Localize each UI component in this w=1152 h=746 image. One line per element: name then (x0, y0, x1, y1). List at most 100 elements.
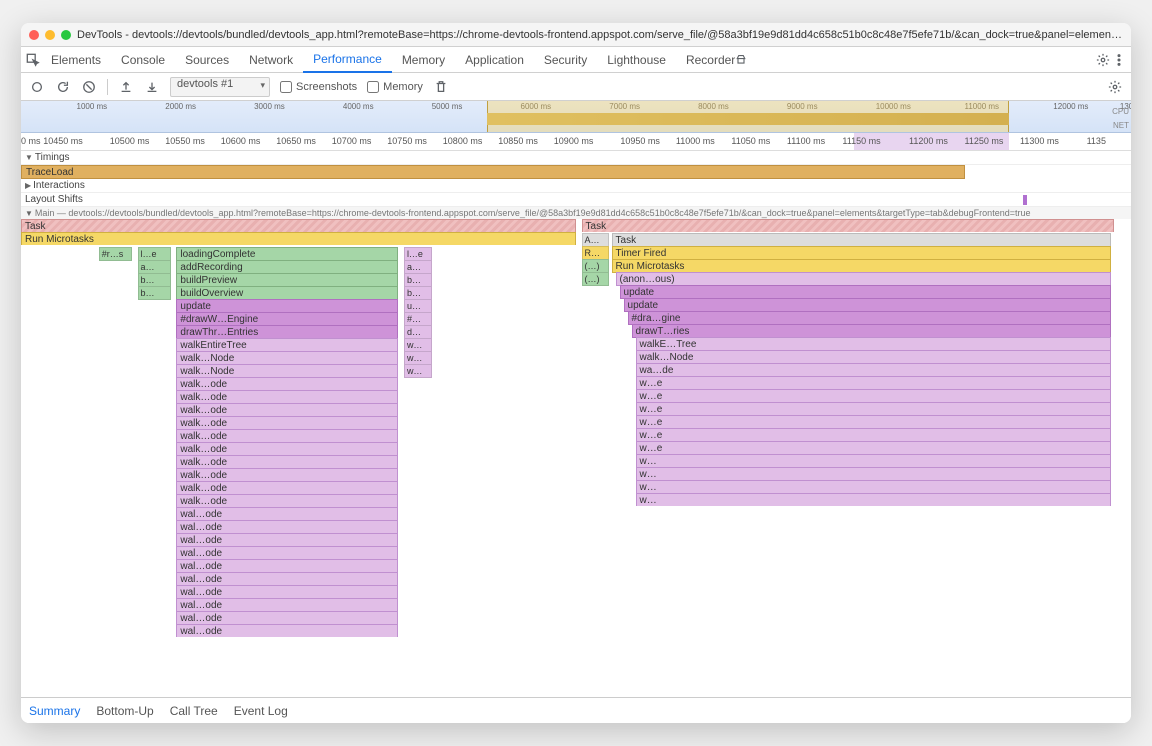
flame-entry[interactable]: walk…ode (176, 494, 398, 508)
tab-sources[interactable]: Sources (175, 47, 239, 73)
flame-entry[interactable]: #… (404, 312, 432, 326)
flame-entry[interactable]: w…e (636, 441, 1112, 455)
flame-entry[interactable]: w…e (636, 415, 1112, 429)
tab-lighthouse[interactable]: Lighthouse (597, 47, 676, 73)
flame-run-microtasks[interactable]: Run Microtasks (21, 232, 576, 245)
flame-entry[interactable]: u… (404, 299, 432, 313)
overview-timeline[interactable]: 1000 ms 2000 ms 3000 ms 4000 ms 5000 ms … (21, 101, 1131, 133)
flame-entry[interactable]: l…e (404, 247, 432, 261)
flame-entry[interactable]: walk…ode (176, 403, 398, 417)
flame-entry[interactable]: #drawW…Engine (176, 312, 398, 326)
traceload-bar[interactable]: TraceLoad (21, 165, 965, 179)
flame-entry[interactable]: walk…Node (636, 350, 1112, 364)
tracks-panel[interactable]: ▼Timings TraceLoad ▶Interactions Layout … (21, 151, 1131, 697)
flame-chart[interactable]: Task Run Microtasks #r…s l…e a… b… b… lo… (21, 219, 1131, 679)
flame-entry[interactable]: addRecording (176, 260, 398, 274)
flame-entry[interactable]: walk…ode (176, 429, 398, 443)
flame-entry[interactable]: w… (636, 454, 1112, 468)
flame-entry[interactable]: Run Microtasks (612, 259, 1112, 273)
flame-entry[interactable]: wal…ode (176, 624, 398, 637)
flame-entry[interactable]: R… (582, 246, 610, 260)
screenshots-checkbox[interactable]: Screenshots (280, 81, 357, 93)
track-layoutshifts[interactable]: Layout Shifts (21, 193, 1131, 207)
flame-entry[interactable]: wal…ode (176, 533, 398, 547)
inspect-icon[interactable] (25, 52, 41, 68)
maximize-icon[interactable] (61, 30, 71, 40)
close-icon[interactable] (29, 30, 39, 40)
flame-entry[interactable]: w… (636, 480, 1112, 494)
flame-entry[interactable]: w…e (636, 402, 1112, 416)
flame-entry[interactable]: update (620, 285, 1112, 299)
flame-task[interactable]: Task (21, 219, 576, 233)
flame-entry[interactable]: buildPreview (176, 273, 398, 287)
flame-entry[interactable]: w…e (636, 428, 1112, 442)
track-timings[interactable]: ▼Timings (21, 151, 1131, 165)
flame-entry[interactable]: walk…ode (176, 481, 398, 495)
flame-entry[interactable]: wal…ode (176, 520, 398, 534)
tab-security[interactable]: Security (534, 47, 597, 73)
btab-bottomup[interactable]: Bottom-Up (96, 704, 153, 718)
window-controls[interactable] (29, 30, 71, 40)
flame-entry[interactable]: walk…ode (176, 416, 398, 430)
flame-entry[interactable]: (…) (582, 272, 610, 286)
flame-entry[interactable]: (anon…ous) (616, 272, 1112, 286)
flame-entry[interactable]: walk…Node (176, 364, 398, 378)
flame-entry[interactable]: w… (636, 493, 1112, 506)
clear-icon[interactable] (81, 79, 97, 95)
tab-application[interactable]: Application (455, 47, 534, 73)
flame-entry[interactable]: Task (612, 233, 1112, 247)
flame-entry[interactable]: w…e (636, 376, 1112, 390)
flame-entry[interactable]: walk…Node (176, 351, 398, 365)
record-icon[interactable] (29, 79, 45, 95)
flame-entry[interactable]: walk…ode (176, 442, 398, 456)
flame-entry[interactable]: walk…ode (176, 455, 398, 469)
tab-console[interactable]: Console (111, 47, 175, 73)
flame-entry[interactable]: loadingComplete (176, 247, 398, 261)
reload-icon[interactable] (55, 79, 71, 95)
tab-elements[interactable]: Elements (41, 47, 111, 73)
btab-eventlog[interactable]: Event Log (234, 704, 288, 718)
flame-entry[interactable]: wal…ode (176, 507, 398, 521)
settings-icon[interactable] (1095, 52, 1111, 68)
trash-icon[interactable] (433, 79, 449, 95)
flame-entry[interactable]: wal…ode (176, 572, 398, 586)
tab-performance[interactable]: Performance (303, 47, 392, 73)
flame-entry[interactable]: #dra…gine (628, 311, 1112, 325)
flame-entry[interactable]: d… (404, 325, 432, 339)
btab-calltree[interactable]: Call Tree (170, 704, 218, 718)
flame-entry[interactable]: walk…ode (176, 390, 398, 404)
flame-entry[interactable]: wal…ode (176, 585, 398, 599)
flame-task-2[interactable]: Task (582, 219, 1115, 232)
flame-entry[interactable]: buildOverview (176, 286, 398, 300)
minimize-icon[interactable] (45, 30, 55, 40)
flame-entry[interactable]: drawT…ries (632, 324, 1112, 338)
time-ruler[interactable]: 0 ms 10450 ms 10500 ms 10550 ms 10600 ms… (21, 133, 1131, 151)
more-icon[interactable] (1111, 52, 1127, 68)
gear-icon[interactable] (1107, 79, 1123, 95)
memory-checkbox[interactable]: Memory (367, 81, 423, 93)
flame-entry[interactable]: update (176, 299, 398, 313)
flame-entry[interactable]: walk…ode (176, 377, 398, 391)
flame-entry[interactable]: w… (404, 338, 432, 352)
flame-entry[interactable]: A… (582, 233, 610, 247)
tab-network[interactable]: Network (239, 47, 303, 73)
tab-memory[interactable]: Memory (392, 47, 455, 73)
flame-entry[interactable]: walkE…Tree (636, 337, 1112, 351)
flame-entry[interactable]: walk…ode (176, 468, 398, 482)
btab-summary[interactable]: Summary (29, 704, 80, 718)
flame-entry[interactable]: b… (404, 273, 432, 287)
recording-select[interactable]: devtools #1 (170, 77, 270, 97)
download-icon[interactable] (144, 79, 160, 95)
flame-entry[interactable]: w… (404, 351, 432, 365)
upload-icon[interactable] (118, 79, 134, 95)
flame-entry[interactable]: walkEntireTree (176, 338, 398, 352)
flame-entry[interactable]: wal…ode (176, 611, 398, 625)
flame-entry[interactable]: wal…ode (176, 559, 398, 573)
flame-entry[interactable]: b… (404, 286, 432, 300)
flame-entry[interactable]: Timer Fired (612, 246, 1112, 260)
track-interactions[interactable]: ▶Interactions (21, 179, 1131, 193)
main-thread-header[interactable]: ▼Main — devtools://devtools/bundled/devt… (21, 207, 1131, 219)
flame-entry[interactable]: w… (636, 467, 1112, 481)
flame-entry[interactable]: drawThr…Entries (176, 325, 398, 339)
flame-entry[interactable]: a… (404, 260, 432, 274)
